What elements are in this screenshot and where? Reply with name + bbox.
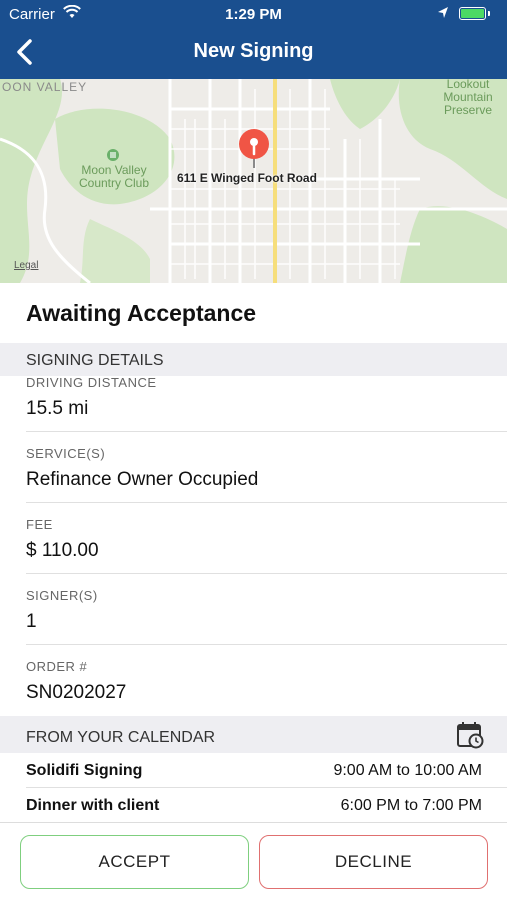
fee-label: FEE xyxy=(26,517,53,532)
battery-icon xyxy=(459,7,490,20)
page-title: New Signing xyxy=(193,40,314,62)
map-legal-link[interactable]: Legal xyxy=(14,260,38,271)
calendar-event-time: 9:00 AM to 10:00 AM xyxy=(333,762,482,779)
map-view[interactable]: OON VALLEY Lookout Mountain Preserve Moo… xyxy=(0,79,507,283)
calendar-event-title: Solidifi Signing xyxy=(26,762,143,779)
calendar-clock-icon[interactable] xyxy=(456,721,484,749)
signers-label: SIGNER(S) xyxy=(26,588,98,603)
status-bar: Carrier 1:29 PM xyxy=(0,0,507,28)
calendar-header: FROM YOUR CALENDAR xyxy=(0,716,507,753)
signing-status: Awaiting Acceptance xyxy=(0,283,507,343)
order-number-value: SN0202027 xyxy=(26,682,127,703)
services-value: Refinance Owner Occupied xyxy=(26,469,259,490)
divider xyxy=(26,431,507,432)
calendar-event-time: 6:00 PM to 7:00 PM xyxy=(340,797,482,814)
accept-button[interactable]: ACCEPT xyxy=(20,835,249,889)
map-label-lookout-mountain: Lookout Mountain Preserve xyxy=(443,79,493,117)
calendar-event-title: Dinner with client xyxy=(26,797,160,814)
map-address-label: 611 E Winged Foot Road xyxy=(177,171,317,185)
signing-details-header: SIGNING DETAILS xyxy=(0,343,507,376)
section-title: FROM YOUR CALENDAR xyxy=(26,729,216,746)
divider xyxy=(26,644,507,645)
navigation-bar: Carrier 1:29 PM New Signing xyxy=(0,0,507,79)
map-label-moon-valley: OON VALLEY xyxy=(2,80,88,94)
location-arrow-icon xyxy=(437,6,449,24)
status-time: 1:29 PM xyxy=(225,6,282,23)
decline-button[interactable]: DECLINE xyxy=(259,835,488,889)
calendar-event-row[interactable]: Solidifi Signing 9:00 AM to 10:00 AM xyxy=(0,753,507,788)
action-footer: ACCEPT DECLINE xyxy=(0,822,507,900)
fee-value: $ 110.00 xyxy=(26,540,99,561)
signing-status-text: Awaiting Acceptance xyxy=(26,300,257,326)
map-label-country-club: Moon Valley Country Club xyxy=(78,163,150,190)
driving-distance-label: DRIVING DISTANCE xyxy=(26,375,157,390)
driving-distance-value: 15.5 mi xyxy=(26,398,89,419)
signers-value: 1 xyxy=(26,611,37,632)
order-number-label: ORDER # xyxy=(26,659,88,674)
divider xyxy=(26,573,507,574)
section-title: SIGNING DETAILS xyxy=(26,352,164,369)
signing-details-list: DRIVING DISTANCE 15.5 mi SERVICE(S) Refi… xyxy=(0,375,507,716)
services-label: SERVICE(S) xyxy=(26,446,106,461)
calendar-event-row[interactable]: Dinner with client 6:00 PM to 7:00 PM xyxy=(0,788,507,823)
divider xyxy=(26,502,507,503)
